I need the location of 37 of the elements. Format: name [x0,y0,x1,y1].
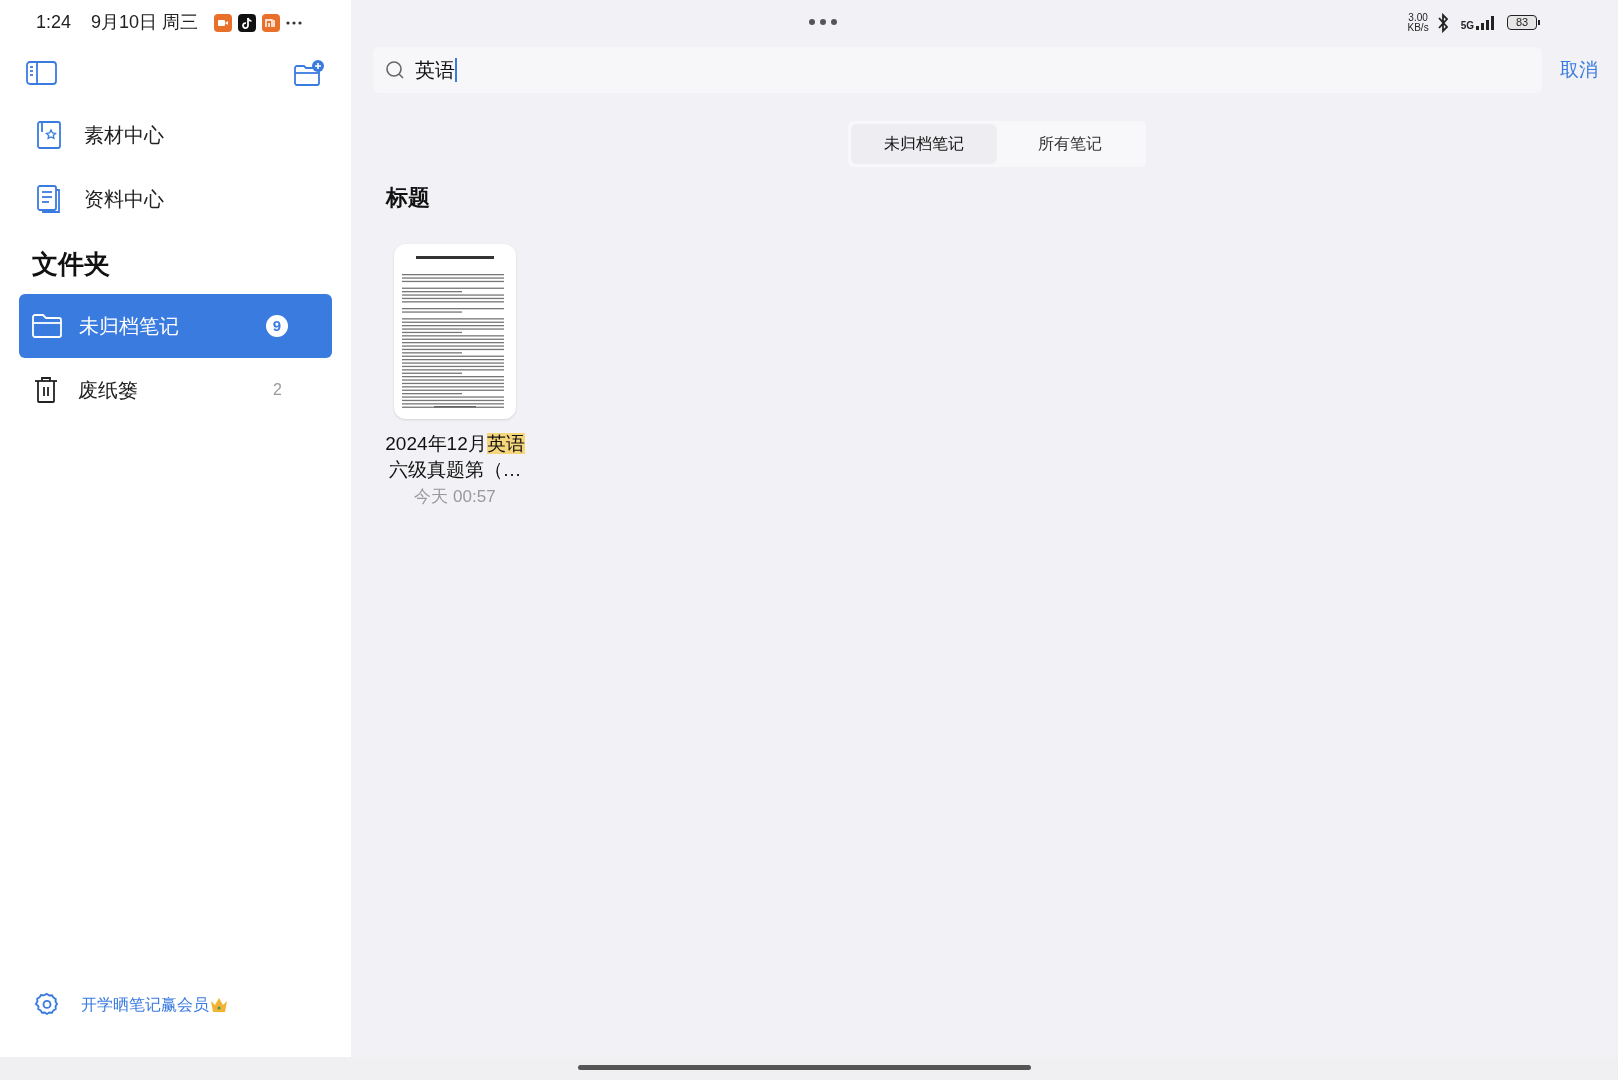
folder-count: 2 [273,380,282,400]
status-date: 9月10日 周三 [91,11,199,34]
trash-icon [34,376,58,404]
search-field[interactable]: 英语 [373,47,1542,93]
section-title: 标题 [384,184,431,212]
promo-link[interactable]: 开学晒笔记赢会员 [81,993,209,1017]
network-speed: 3.00 KB/s [1407,12,1429,33]
music-note-app-icon [238,13,257,32]
battery-indicator: 83 [1507,15,1540,30]
status-time: 1:24 [36,11,72,34]
count-badge: 9 [266,315,288,337]
folder-label: 未归档笔记 [79,314,180,339]
more-icon [286,20,303,25]
document-icon [36,184,62,214]
sidebar-nav-item[interactable]: 资料中心 [0,167,351,231]
tab[interactable]: 所有笔记 [996,124,1143,164]
note-title[interactable]: 2024年12月英语 六级真题第（… [381,431,529,483]
note-date: 今天 00:57 [414,486,496,508]
folder-icon [31,313,63,339]
app-icon [262,13,281,32]
video-app-icon [214,13,233,32]
folder-item[interactable]: 废纸篓 2 [19,358,332,422]
bookmark-book-icon [36,120,62,150]
signal-icon [1475,14,1495,31]
sidebar-nav-item[interactable]: 素材中心 [0,103,351,167]
tab[interactable]: 未归档笔记 [850,124,997,164]
search-icon [385,60,405,80]
folder-label: 废纸篓 [78,378,139,403]
new-folder-icon[interactable] [293,59,325,87]
sidebar-toggle-icon[interactable] [26,61,57,85]
crown-icon [209,996,229,1014]
folder-item[interactable]: 未归档笔记 9 [19,294,332,358]
cancel-button[interactable]: 取消 [1560,55,1598,85]
network-type: 5G [1460,20,1474,31]
more-dots-icon[interactable] [808,18,838,26]
document-thumbnail[interactable] [394,244,516,419]
folders-heading: 文件夹 [31,248,111,281]
